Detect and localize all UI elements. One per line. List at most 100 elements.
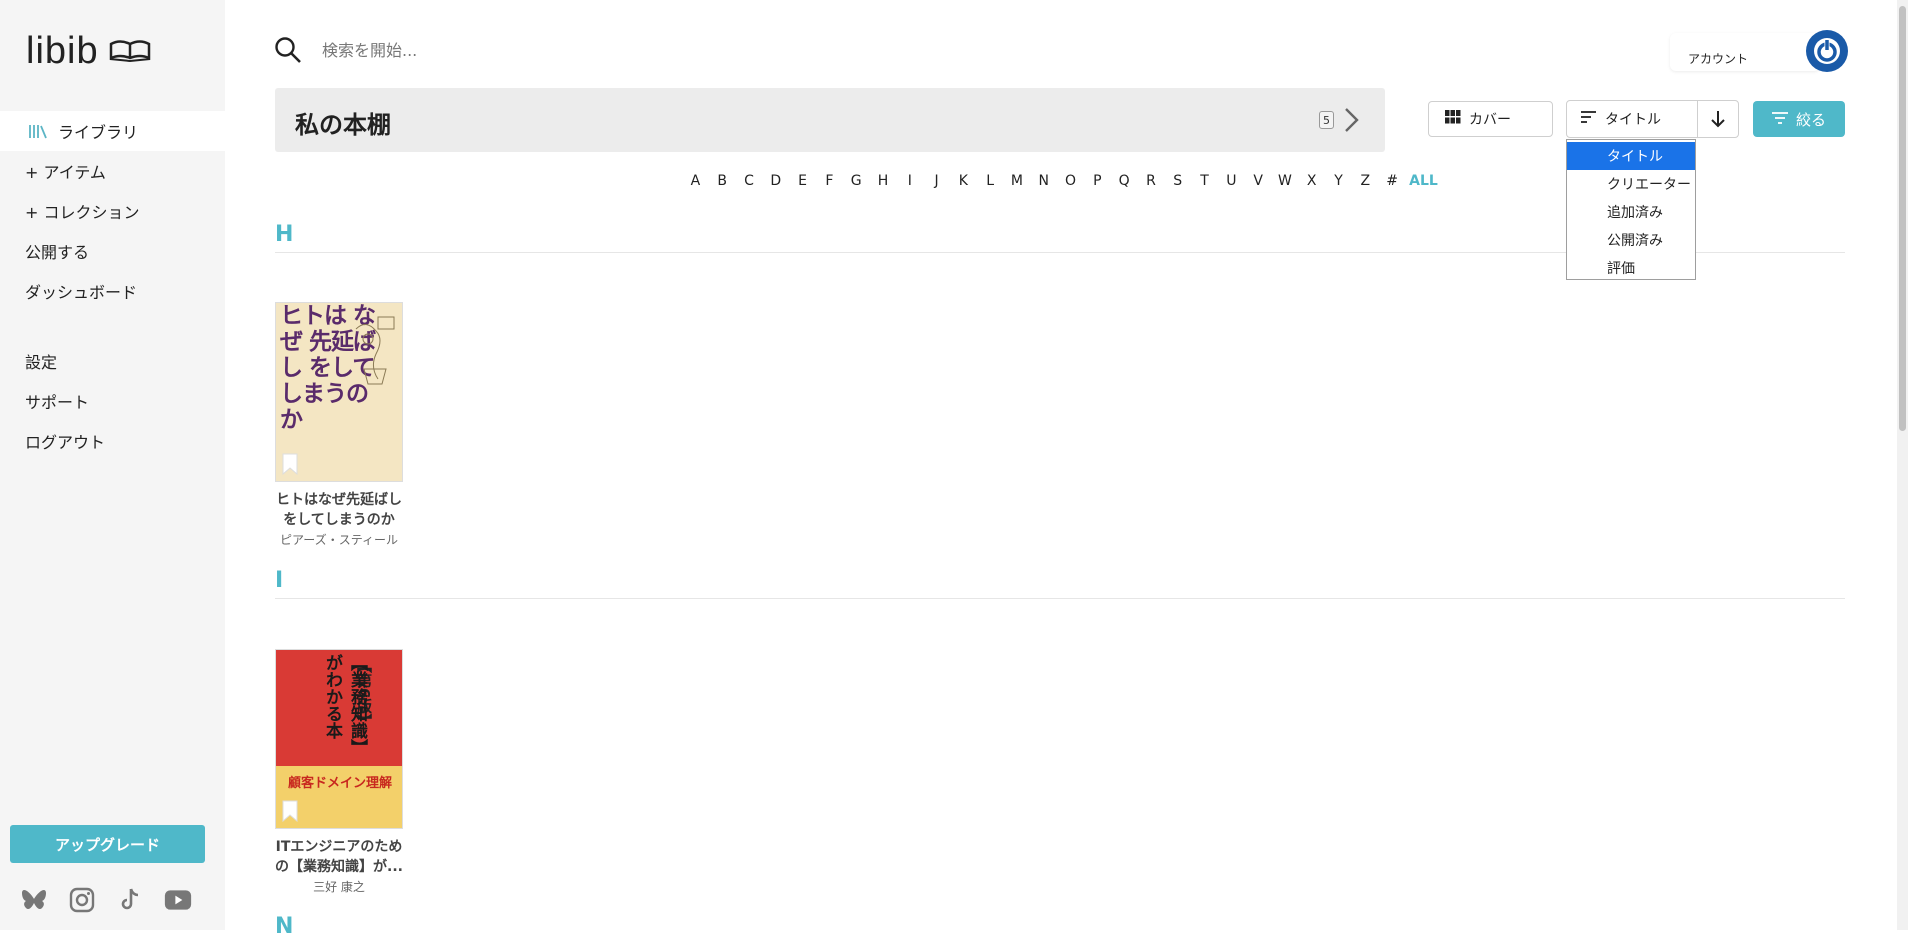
bookmark-icon[interactable] (282, 800, 298, 822)
book-title[interactable]: ITエンジニアのため の【業務知識】が... (275, 837, 403, 877)
alphabet-letter-v[interactable]: V (1245, 173, 1272, 189)
search-input[interactable] (320, 36, 820, 64)
item-count-badge: 5 (1319, 111, 1334, 129)
sidebar-item-add-collection[interactable]: + コレクション (0, 191, 225, 231)
book-title-line: をしてしまうのか (283, 512, 395, 528)
alphabet-letter-q[interactable]: Q (1111, 173, 1138, 189)
sidebar-nav: ライブラリ + アイテム + コレクション 公開する ダッシュボード 設定 サポ… (0, 111, 225, 461)
sidebar-item-label: ライブラリ (58, 123, 139, 142)
sort-option-creator[interactable]: クリエーター (1567, 170, 1695, 198)
filter-label: 絞る (1795, 110, 1826, 129)
shelf-header: 私の本棚 5 (275, 88, 1385, 152)
cover-illustration (355, 316, 395, 385)
sort-option-added[interactable]: 追加済み (1567, 198, 1695, 226)
alphabet-letter-g[interactable]: G (843, 173, 870, 189)
book-cover[interactable]: 【第6版】 【業務知識】がわかる本 顧客ドメイン理解 (275, 649, 403, 829)
page-title: 私の本棚 (295, 111, 391, 139)
sort-option-published[interactable]: 公開済み (1567, 226, 1695, 254)
book-author: ピアーズ・スティール (280, 533, 398, 547)
alphabet-letter-a[interactable]: A (682, 173, 709, 189)
alphabet-letter-z[interactable]: Z (1352, 173, 1379, 189)
sidebar-item-settings[interactable]: 設定 (0, 341, 225, 381)
alphabet-letter-r[interactable]: R (1138, 173, 1165, 189)
alphabet-letter-f[interactable]: F (816, 173, 843, 189)
social-links (20, 886, 192, 914)
sidebar-item-label: + コレクション (25, 203, 140, 222)
alphabet-letter-c[interactable]: C (736, 173, 763, 189)
upgrade-button[interactable]: アップグレード (10, 825, 205, 863)
bluesky-icon[interactable] (20, 886, 48, 914)
view-mode-button[interactable]: カバー (1428, 101, 1553, 137)
sort-direction-button[interactable] (1698, 110, 1738, 128)
sort-control: タイトル (1566, 100, 1739, 138)
sort-lines-icon (1581, 111, 1597, 127)
alphabet-letter-k[interactable]: K (950, 173, 977, 189)
cover-subtitle-text: 顧客ドメイン理解 (287, 776, 392, 791)
sidebar-item-label: サポート (25, 393, 90, 412)
sort-field-label: タイトル (1605, 112, 1661, 128)
sort-option-rating[interactable]: 評価 (1567, 254, 1695, 282)
bookmark-icon[interactable] (282, 453, 298, 475)
search-icon[interactable] (274, 36, 302, 68)
book-title-line: ITエンジニアのため (275, 839, 403, 855)
tiktok-icon[interactable] (116, 886, 144, 914)
avatar[interactable] (1806, 30, 1848, 72)
filter-button[interactable]: 絞る (1753, 101, 1845, 137)
book-title-line: ヒトはなぜ先延ばし (276, 492, 402, 508)
alphabet-letter-i[interactable]: I (896, 173, 923, 189)
alphabet-letter-j[interactable]: J (923, 173, 950, 189)
sidebar-item-label: ダッシュボード (25, 283, 138, 302)
sidebar-item-label: 設定 (25, 353, 58, 372)
alphabet-letter-m[interactable]: M (1004, 173, 1031, 189)
sidebar-item-library[interactable]: ライブラリ (0, 111, 225, 151)
alphabet-letter-b[interactable]: B (709, 173, 736, 189)
alphabet-letter-n[interactable]: N (1030, 173, 1057, 189)
alphabet-letter-x[interactable]: X (1298, 173, 1325, 189)
sidebar-item-publish[interactable]: 公開する (0, 231, 225, 271)
alphabet-letter-d[interactable]: D (762, 173, 789, 189)
chevron-right-icon[interactable] (1343, 106, 1361, 138)
book-title[interactable]: ヒトはなぜ先延ばし をしてしまうのか (275, 490, 403, 530)
filter-icon (1771, 110, 1788, 128)
alphabet-letter-hash[interactable]: # (1379, 173, 1406, 189)
logo-text: libib (26, 30, 99, 72)
sidebar-item-label: 公開する (25, 243, 90, 262)
book-title-line: の【業務知識】が... (275, 859, 403, 875)
account-label: アカウント (1688, 52, 1749, 66)
sidebar-item-add-item[interactable]: + アイテム (0, 151, 225, 191)
section-divider (275, 598, 1845, 599)
sidebar-item-label: + アイテム (25, 163, 106, 182)
book-author: 三好 康之 (313, 880, 365, 894)
alphabet-letter-s[interactable]: S (1164, 173, 1191, 189)
logo[interactable]: libib (26, 30, 151, 73)
scrollbar-thumb[interactable] (1899, 6, 1906, 431)
sidebar-item-dashboard[interactable]: ダッシュボード (0, 271, 225, 311)
account-menu[interactable]: アカウント (1670, 30, 1848, 72)
alphabet-letter-t[interactable]: T (1191, 173, 1218, 189)
sort-dropdown: タイトル クリエーター 追加済み 公開済み 評価 (1566, 139, 1696, 280)
alphabet-letter-l[interactable]: L (977, 173, 1004, 189)
sidebar-item-logout[interactable]: ログアウト (0, 421, 225, 461)
instagram-icon[interactable] (68, 886, 96, 914)
book-card[interactable]: 【第6版】 【業務知識】がわかる本 顧客ドメイン理解 ITエンジニアのため の【… (275, 649, 403, 895)
youtube-icon[interactable] (164, 886, 192, 914)
open-book-icon (109, 38, 151, 66)
sort-field-select[interactable]: タイトル (1567, 109, 1697, 129)
book-card[interactable]: ヒトは なぜ 先延ばし をして しまうのか ヒトはなぜ先延ばし をしてしまうのか… (275, 302, 403, 548)
alphabet-letter-h[interactable]: H (870, 173, 897, 189)
view-mode-label: カバー (1469, 112, 1511, 128)
alphabet-letter-w[interactable]: W (1272, 173, 1299, 189)
alphabet-letter-p[interactable]: P (1084, 173, 1111, 189)
alphabet-letter-u[interactable]: U (1218, 173, 1245, 189)
sort-option-title[interactable]: タイトル (1567, 142, 1695, 170)
alphabet-nav: A B C D E F G H I J K L M N O P Q R S T U V W X Y Z # ALL (682, 173, 1442, 189)
alphabet-letter-e[interactable]: E (789, 173, 816, 189)
alphabet-letter-y[interactable]: Y (1325, 173, 1352, 189)
book-cover[interactable]: ヒトは なぜ 先延ばし をして しまうのか (275, 302, 403, 482)
sidebar-item-support[interactable]: サポート (0, 381, 225, 421)
alphabet-letter-o[interactable]: O (1057, 173, 1084, 189)
cover-title-text: 【業務知識】がわかる本 (322, 654, 367, 756)
scrollbar[interactable] (1897, 0, 1908, 930)
alphabet-letter-all[interactable]: ALL (1406, 173, 1442, 189)
